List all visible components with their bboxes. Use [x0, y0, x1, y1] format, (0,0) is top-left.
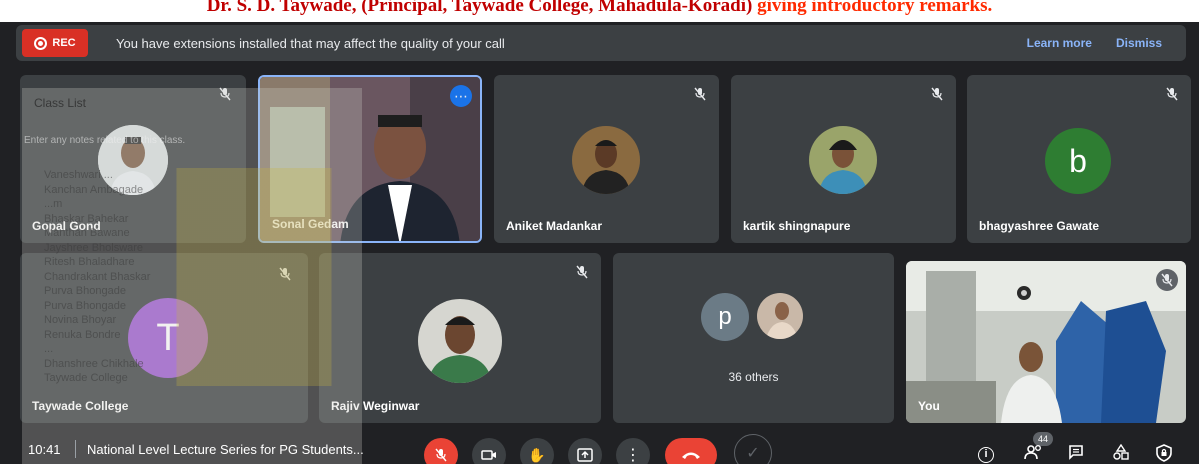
chat-icon	[1069, 445, 1083, 460]
activities-button[interactable]	[1112, 443, 1130, 464]
raise-hand-button[interactable]: ✋	[520, 438, 554, 464]
self-video-feed	[906, 261, 1186, 423]
letter-avatar: p	[701, 293, 749, 341]
participant-name: Gopal Gond	[32, 219, 101, 233]
extension-warning-banner: REC You have extensions installed that m…	[16, 25, 1186, 61]
learn-more-link[interactable]: Learn more	[1027, 36, 1092, 50]
shapes-icon	[1113, 443, 1129, 460]
mic-off-icon	[274, 263, 296, 285]
participant-tile-bhagyashree[interactable]: b bhagyashree Gawate	[967, 75, 1191, 243]
participant-tile-gopal[interactable]: Gopal Gond	[20, 75, 246, 243]
divider	[75, 440, 76, 458]
participant-tile-sonal[interactable]: ⋯ Sonal Gedam	[258, 75, 482, 243]
mic-off-icon	[1156, 269, 1178, 291]
record-icon	[34, 36, 48, 50]
hand-icon: ✋	[528, 446, 546, 463]
mic-toggle-button[interactable]	[424, 438, 458, 464]
avatar	[98, 125, 168, 195]
dismiss-link[interactable]: Dismiss	[1116, 36, 1162, 50]
participant-name: kartik shingnapure	[743, 219, 851, 233]
participant-name: Sonal Gedam	[272, 217, 349, 231]
people-button[interactable]	[1024, 444, 1044, 464]
participant-tile-others[interactable]: p 36 others	[613, 253, 894, 423]
meeting-title: National Level Lecture Series for PG Stu…	[87, 442, 364, 457]
mic-off-icon	[1161, 83, 1183, 105]
chat-button[interactable]	[1068, 444, 1084, 464]
avatar	[809, 126, 877, 194]
participant-name: bhagyashree Gawate	[979, 219, 1100, 233]
participant-tile-taywade[interactable]: T Taywade College	[20, 253, 308, 423]
people-icon	[1024, 445, 1041, 460]
participant-tile-rajiv[interactable]: Rajiv Weginwar	[319, 253, 601, 423]
caption-speaker: Dr. S. D. Taywade, (Principal, Taywade C…	[206, 0, 753, 16]
mic-off-icon	[214, 83, 236, 105]
slide-caption: Dr. S. D. Taywade, (Principal, Taywade C…	[0, 0, 1199, 22]
leave-call-button[interactable]	[665, 438, 717, 464]
present-icon	[577, 448, 593, 462]
mic-off-icon	[435, 448, 447, 462]
rec-label: REC	[52, 37, 76, 49]
participant-name: You	[918, 399, 940, 413]
extension-button[interactable]: ✓	[734, 434, 772, 464]
participant-name: Taywade College	[32, 399, 129, 413]
clock: 10:41	[28, 442, 61, 457]
participant-tile-kartik[interactable]: kartik shingnapure	[731, 75, 956, 243]
participant-tile-aniket[interactable]: Aniket Madankar	[494, 75, 719, 243]
mic-off-icon	[689, 83, 711, 105]
letter-avatar: T	[128, 298, 208, 378]
avatar	[418, 299, 502, 383]
more-options-button[interactable]: ⋮	[616, 438, 650, 464]
banner-message: You have extensions installed that may a…	[116, 35, 505, 51]
participant-name: Aniket Madankar	[506, 219, 603, 233]
present-screen-button[interactable]	[568, 438, 602, 464]
recording-indicator[interactable]: REC	[22, 29, 88, 57]
camera-icon	[481, 450, 496, 460]
participant-name: Rajiv Weginwar	[331, 399, 420, 413]
others-count: 36 others	[728, 370, 779, 384]
mic-off-icon	[571, 261, 593, 283]
checkmark-icon: ✓	[746, 445, 760, 462]
mic-off-icon	[926, 83, 948, 105]
phone-hangup-icon	[682, 452, 700, 459]
shield-lock-icon	[1156, 444, 1172, 462]
letter-avatar: b	[1045, 128, 1111, 194]
meeting-details-button[interactable]: i	[978, 444, 994, 463]
info-icon: i	[978, 447, 994, 463]
caption-remark: giving introductory remarks.	[752, 0, 993, 16]
avatar	[572, 126, 640, 194]
meeting-control-bar: 10:41 National Level Lecture Series for …	[0, 432, 1199, 464]
host-controls-button[interactable]	[1156, 444, 1172, 464]
camera-toggle-button[interactable]	[472, 438, 506, 464]
participant-tile-you[interactable]: You	[906, 261, 1186, 423]
avatar	[755, 291, 805, 341]
more-options-icon[interactable]: ⋯	[450, 85, 472, 107]
more-vert-icon: ⋮	[625, 447, 641, 464]
